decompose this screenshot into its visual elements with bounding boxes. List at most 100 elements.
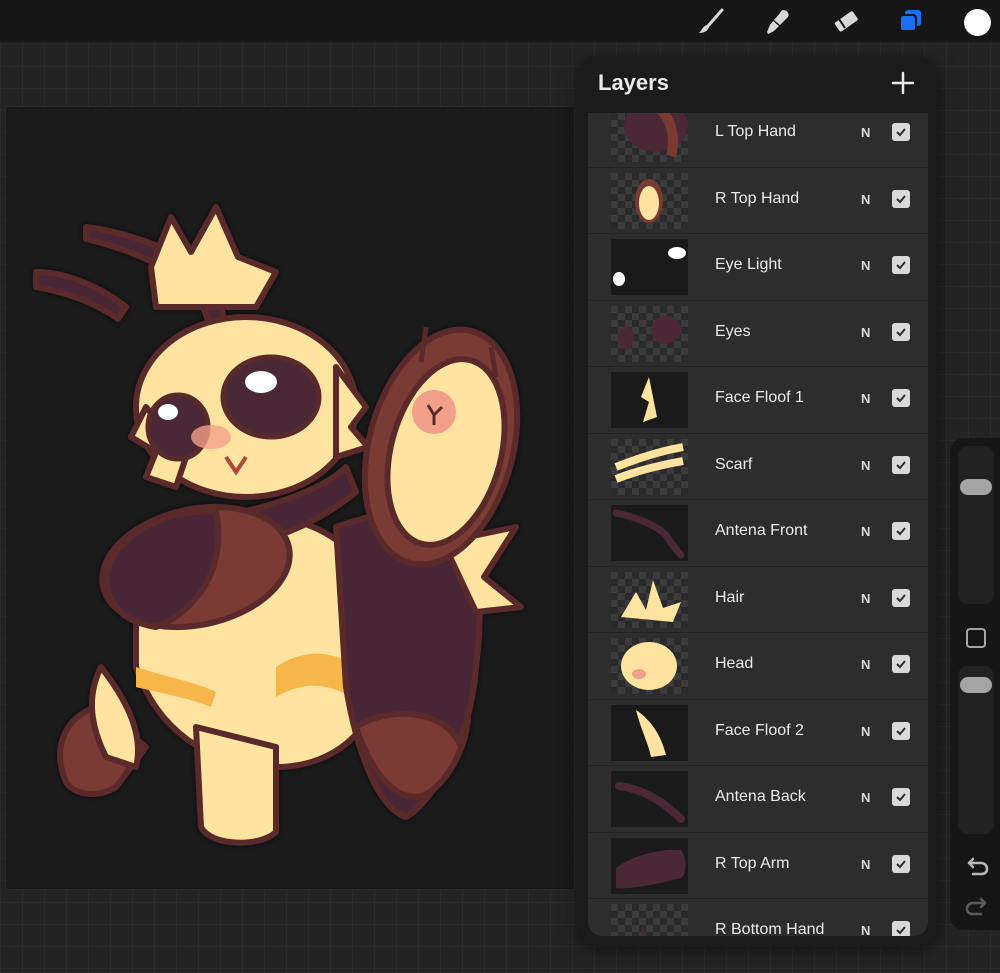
blend-mode[interactable]: N xyxy=(861,657,870,672)
visibility-checkbox[interactable] xyxy=(892,455,910,474)
layers-panel: Layers L Top Hand N R Top Hand N Eye Lig… xyxy=(578,56,938,946)
layer-name: Head xyxy=(715,655,754,672)
add-layer-button[interactable] xyxy=(890,70,916,96)
right-sidebar xyxy=(950,438,1000,930)
opacity-thumb[interactable] xyxy=(960,677,992,694)
layer-thumbnail xyxy=(611,837,688,894)
check-icon xyxy=(896,128,906,137)
color-swatch xyxy=(963,8,991,36)
layer-thumbnail xyxy=(611,172,688,229)
layer-row[interactable]: Antena Front N xyxy=(588,500,928,567)
brush-tool-button[interactable] xyxy=(694,5,728,39)
eraser-icon xyxy=(834,11,858,32)
smudge-tool-button[interactable] xyxy=(761,5,795,39)
layer-row[interactable]: Eyes N xyxy=(588,300,928,367)
layer-thumbnail xyxy=(611,638,688,694)
layer-list[interactable]: L Top Hand N R Top Hand N Eye Light N Ey… xyxy=(588,113,928,936)
blend-mode[interactable]: N xyxy=(861,923,870,936)
check-icon xyxy=(896,527,906,536)
layer-row[interactable]: Antena Back N xyxy=(588,766,928,833)
check-icon xyxy=(896,394,906,403)
layer-name: Face Floof 2 xyxy=(715,721,804,739)
check-icon xyxy=(896,726,906,735)
eraser-tool-button[interactable] xyxy=(828,5,862,39)
layer-thumbnail xyxy=(611,305,688,362)
layer-row[interactable]: Scarf N xyxy=(588,433,928,500)
check-icon xyxy=(896,460,906,469)
blend-mode[interactable]: N xyxy=(861,125,870,140)
visibility-checkbox[interactable] xyxy=(892,788,910,806)
undo-button[interactable] xyxy=(964,856,990,878)
visibility-checkbox[interactable] xyxy=(892,588,910,607)
visibility-checkbox[interactable] xyxy=(892,655,910,673)
visibility-checkbox[interactable] xyxy=(892,189,910,208)
layer-name: L Top Hand xyxy=(715,123,796,140)
visibility-checkbox[interactable] xyxy=(892,389,910,407)
top-toolbar xyxy=(0,0,1000,42)
layer-thumbnail xyxy=(611,771,688,827)
layer-name: Antena Front xyxy=(715,522,808,539)
visibility-checkbox[interactable] xyxy=(892,123,910,141)
procreate-app: Layers L Top Hand N R Top Hand N Eye Lig… xyxy=(0,0,1000,973)
smudge-icon xyxy=(767,10,789,34)
visibility-checkbox[interactable] xyxy=(892,921,910,936)
layer-name: R Top Arm xyxy=(715,854,790,872)
check-icon xyxy=(896,194,906,203)
blend-mode[interactable]: N xyxy=(861,458,870,473)
visibility-checkbox[interactable] xyxy=(892,854,910,873)
redo-button[interactable] xyxy=(964,896,990,918)
layer-name: Antena Back xyxy=(715,788,806,805)
visibility-checkbox[interactable] xyxy=(892,522,910,540)
layer-name: Hair xyxy=(715,588,745,606)
color-picker-button[interactable] xyxy=(960,5,994,39)
blend-mode[interactable]: N xyxy=(861,391,870,406)
check-icon xyxy=(896,327,906,336)
blend-mode[interactable]: N xyxy=(861,325,870,340)
layer-row[interactable]: Hair N xyxy=(588,566,928,633)
layer-thumbnail xyxy=(611,372,688,428)
layers-tool-button[interactable] xyxy=(893,5,927,39)
blend-mode[interactable]: N xyxy=(861,857,870,872)
layer-thumbnail xyxy=(611,505,688,561)
layer-thumbnail xyxy=(611,239,688,295)
blend-mode[interactable]: N xyxy=(861,591,870,606)
check-icon xyxy=(896,261,906,270)
visibility-checkbox[interactable] xyxy=(892,256,910,274)
layer-name: R Top Hand xyxy=(715,189,800,207)
blend-mode[interactable]: N xyxy=(861,258,870,273)
check-icon xyxy=(896,660,906,669)
blend-mode[interactable]: N xyxy=(861,192,870,207)
layer-row[interactable]: Eye Light N xyxy=(588,234,928,301)
drawing-canvas[interactable] xyxy=(5,106,575,890)
layer-row[interactable]: R Top Hand N xyxy=(588,167,928,234)
brush-icon xyxy=(699,8,724,33)
check-icon xyxy=(896,859,906,868)
opacity-slider[interactable] xyxy=(958,666,994,834)
blend-mode[interactable]: N xyxy=(861,724,870,739)
layer-row[interactable]: R Top Arm N xyxy=(588,832,928,899)
layer-name: Scarf xyxy=(715,455,753,473)
check-icon xyxy=(896,793,906,802)
layer-row[interactable]: R Bottom Hand N xyxy=(588,899,928,936)
layer-row[interactable]: Face Floof 1 N xyxy=(588,367,928,434)
panel-title: Layers xyxy=(598,70,669,95)
brush-size-slider[interactable] xyxy=(958,446,994,604)
visibility-checkbox[interactable] xyxy=(892,721,910,740)
redo-icon xyxy=(965,897,987,916)
layer-thumbnail xyxy=(611,704,688,761)
layer-name: Eyes xyxy=(715,322,751,340)
visibility-checkbox[interactable] xyxy=(892,322,910,341)
modify-button[interactable] xyxy=(966,628,986,648)
blend-mode[interactable]: N xyxy=(861,790,870,805)
brush-size-thumb[interactable] xyxy=(960,479,992,496)
layer-row[interactable]: Head N xyxy=(588,633,928,700)
blend-mode[interactable]: N xyxy=(861,524,870,539)
layer-thumbnail xyxy=(611,904,688,936)
layer-name: R Bottom Hand xyxy=(715,921,825,936)
undo-icon xyxy=(967,857,989,876)
layer-row[interactable]: L Top Hand N xyxy=(588,113,928,168)
character-artwork xyxy=(33,204,524,846)
check-icon xyxy=(896,593,906,602)
layer-name: Face Floof 1 xyxy=(715,389,804,406)
layer-row[interactable]: Face Floof 2 N xyxy=(588,699,928,766)
